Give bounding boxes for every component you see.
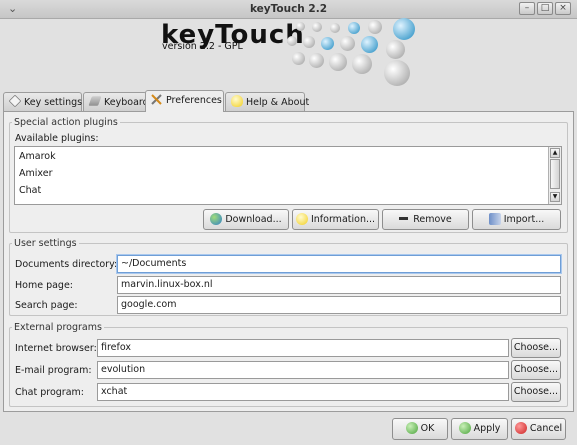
email-program-input[interactable]: evolution: [97, 361, 509, 379]
apply-button[interactable]: Apply: [451, 418, 508, 440]
scroll-up-icon[interactable]: ▲: [550, 148, 560, 158]
app-version: version 2.2 - GPL: [162, 41, 243, 52]
tab-label: Help & About: [246, 97, 310, 108]
window-title: keyTouch 2.2: [249, 3, 328, 15]
home-page-label: Home page:: [15, 280, 74, 291]
search-page-input[interactable]: google.com: [117, 296, 561, 314]
choose-chat-button[interactable]: Choose...: [511, 382, 561, 402]
internet-browser-input[interactable]: firefox: [97, 339, 509, 357]
information-button[interactable]: Information...: [292, 209, 379, 230]
information-label: Information...: [310, 214, 376, 225]
import-button[interactable]: Import...: [472, 209, 561, 230]
cancel-icon: [514, 422, 527, 434]
plugins-list[interactable]: Amarok Amixer Chat ▲ ▼: [14, 146, 562, 205]
import-label: Import...: [503, 214, 545, 225]
minus-icon: [399, 217, 409, 220]
lightbulb-icon: [231, 95, 243, 107]
tab-preferences[interactable]: Preferences: [145, 90, 224, 112]
chat-program-label: Chat program:: [15, 387, 84, 398]
ok-label: OK: [420, 423, 435, 434]
external-programs-title: External programs: [14, 322, 102, 333]
close-button[interactable]: ×: [555, 2, 571, 15]
internet-browser-label: Internet browser:: [15, 343, 97, 354]
key-icon: [8, 94, 22, 108]
plugins-section-title: Special action plugins: [14, 117, 118, 128]
scroll-down-icon[interactable]: ▼: [550, 192, 560, 202]
choose-email-button[interactable]: Choose...: [511, 360, 561, 380]
cancel-button[interactable]: Cancel: [511, 418, 566, 440]
maximize-button[interactable]: □: [537, 2, 553, 15]
available-plugins-label: Available plugins:: [15, 133, 99, 144]
list-item[interactable]: Chat: [19, 185, 41, 196]
tools-icon: [151, 93, 163, 105]
download-button[interactable]: Download...: [203, 209, 289, 230]
tab-label: Key settings: [24, 97, 83, 108]
search-page-label: Search page:: [15, 300, 78, 311]
tab-label: Keyboard: [104, 97, 149, 108]
tab-label: Preferences: [166, 95, 222, 106]
apply-icon: [458, 422, 471, 434]
tab-help-about[interactable]: Help & About: [225, 92, 309, 111]
user-settings-title: User settings: [14, 238, 77, 249]
dialog-button-bar: OK Apply Cancel: [0, 413, 577, 445]
apply-label: Apply: [473, 423, 501, 434]
choose-browser-button[interactable]: Choose...: [511, 338, 561, 358]
import-icon: [488, 213, 501, 225]
cancel-label: Cancel: [529, 423, 563, 434]
chat-program-input[interactable]: xchat: [97, 383, 509, 401]
ok-icon: [405, 422, 418, 434]
lightbulb-icon: [295, 213, 308, 225]
home-page-input[interactable]: marvin.linux-box.nl: [117, 276, 561, 294]
list-item[interactable]: Amarok: [19, 151, 56, 162]
ok-button[interactable]: OK: [392, 418, 448, 440]
download-label: Download...: [225, 214, 282, 225]
list-item[interactable]: Amixer: [19, 168, 52, 179]
globe-icon: [210, 213, 223, 225]
tab-keyboard[interactable]: Keyboard: [83, 92, 149, 111]
documents-directory-label: Documents directory:: [15, 259, 118, 270]
plugins-scrollbar[interactable]: ▲ ▼: [548, 147, 561, 204]
remove-label: Remove: [413, 214, 452, 225]
scroll-thumb[interactable]: [550, 159, 560, 189]
title-bar[interactable]: ⌄ keyTouch 2.2 – □ ×: [0, 0, 577, 19]
tab-key-settings[interactable]: Key settings: [3, 92, 82, 111]
documents-directory-input[interactable]: ~/Documents: [117, 255, 561, 273]
remove-button[interactable]: Remove: [382, 209, 469, 230]
email-program-label: E-mail program:: [15, 365, 92, 376]
minimize-button[interactable]: –: [519, 2, 535, 15]
application-window: ⌄ keyTouch 2.2 – □ × keyTouch version 2.…: [0, 0, 577, 445]
keyboard-icon: [88, 96, 102, 106]
